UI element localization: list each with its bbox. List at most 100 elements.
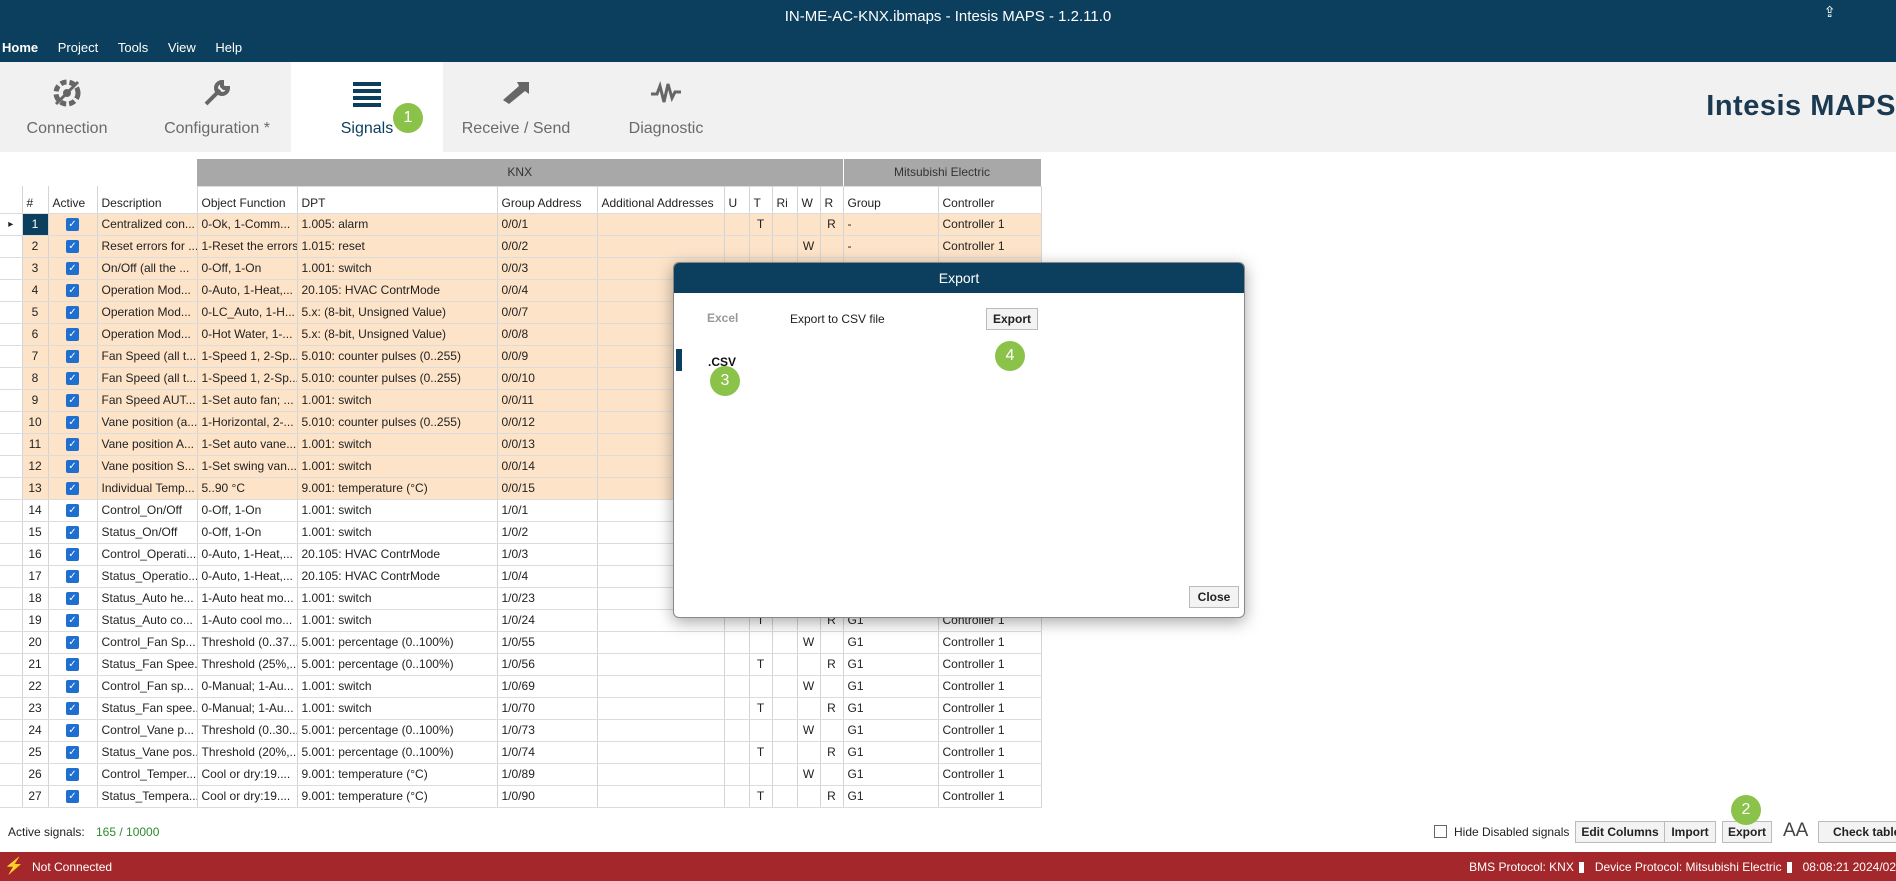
description-cell[interactable]: Vane position S... [97,455,198,478]
description-cell[interactable]: Vane position A... [97,433,198,456]
row-number[interactable]: 4 [22,279,49,302]
dpt-cell[interactable]: 5.001: percentage (0..100%) [297,719,498,742]
group-cell[interactable]: G1 [843,719,939,742]
col-header-t[interactable]: T [749,186,773,214]
object-function-cell[interactable]: 0-Manual; 1-Au... [197,697,298,720]
group-address-cell[interactable]: 0/0/14 [497,455,598,478]
description-cell[interactable]: On/Off (all the ... [97,257,198,280]
checkbox-checked-icon[interactable]: ✓ [66,724,79,738]
group-address-cell[interactable]: 0/0/13 [497,433,598,456]
active-checkbox[interactable]: ✓ [48,653,98,676]
checkbox-checked-icon[interactable]: ✓ [66,482,79,496]
object-function-cell[interactable]: 1-Reset the errors [197,235,298,258]
checkbox-checked-icon[interactable]: ✓ [66,526,79,540]
controller-cell[interactable]: Controller 1 [938,213,1042,236]
font-size-toggle[interactable]: AA [1783,820,1808,842]
active-checkbox[interactable]: ✓ [48,631,98,654]
col-header-dpt[interactable]: DPT [297,186,498,214]
table-row[interactable]: 20 ✓ Control_Fan Sp... Threshold (0..37... 5… [0,631,1042,654]
dpt-cell[interactable]: 5.x: (8-bit, Unsigned Value) [297,323,498,346]
table-row[interactable]: 25 ✓ Status_Vane pos... Threshold (20%,... 5… [0,741,1042,764]
row-number[interactable]: 3 [22,257,49,280]
row-selector[interactable] [0,653,23,676]
dpt-cell[interactable]: 1.001: switch [297,697,498,720]
object-function-cell[interactable]: 0-Hot Water, 1-... [197,323,298,346]
t-cell[interactable]: T [749,697,773,720]
group-address-cell[interactable]: 1/0/2 [497,521,598,544]
col-header-w[interactable]: W [797,186,821,214]
object-function-cell[interactable]: 1-Horizontal, 2-... [197,411,298,434]
tab-configuration[interactable]: Configuration * [150,62,284,152]
dpt-cell[interactable]: 20.105: HVAC ContrMode [297,279,498,302]
description-cell[interactable]: Status_On/Off [97,521,198,544]
menu-project[interactable]: Project [56,35,104,61]
active-checkbox[interactable]: ✓ [48,213,98,236]
row-number[interactable]: 25 [22,741,49,764]
check-table-button[interactable]: Check table [1818,821,1896,843]
t-cell[interactable] [749,675,773,698]
row-number[interactable]: 11 [22,433,49,456]
row-number[interactable]: 26 [22,763,49,786]
dpt-cell[interactable]: 9.001: temperature (°C) [297,763,498,786]
checkbox-checked-icon[interactable]: ✓ [66,416,79,430]
active-checkbox[interactable]: ✓ [48,257,98,280]
ri-cell[interactable] [772,631,798,654]
group-address-cell[interactable]: 1/0/69 [497,675,598,698]
group-cell[interactable]: G1 [843,653,939,676]
row-selector[interactable] [0,455,23,478]
t-cell[interactable] [749,763,773,786]
active-checkbox[interactable]: ✓ [48,543,98,566]
row-selector[interactable] [0,609,23,632]
checkbox-checked-icon[interactable]: ✓ [66,306,79,320]
description-cell[interactable]: Status_Vane pos... [97,741,198,764]
group-cell[interactable]: - [843,235,939,258]
additional-addresses-cell[interactable] [597,235,725,258]
row-number[interactable]: 9 [22,389,49,412]
group-address-cell[interactable]: 0/0/9 [497,345,598,368]
group-address-cell[interactable]: 1/0/89 [497,763,598,786]
checkbox-checked-icon[interactable]: ✓ [66,504,79,518]
col-header-active[interactable]: Active [48,186,98,214]
group-address-cell[interactable]: 1/0/74 [497,741,598,764]
additional-addresses-cell[interactable] [597,763,725,786]
ri-cell[interactable] [772,763,798,786]
dpt-cell[interactable]: 1.001: switch [297,675,498,698]
object-function-cell[interactable]: 5..90 °C [197,477,298,500]
r-cell[interactable]: R [820,741,844,764]
group-cell[interactable]: - [843,213,939,236]
controller-cell[interactable]: Controller 1 [938,631,1042,654]
description-cell[interactable]: Individual Temp... [97,477,198,500]
t-cell[interactable] [749,631,773,654]
u-cell[interactable] [724,763,750,786]
group-address-cell[interactable]: 0/0/1 [497,213,598,236]
controller-cell[interactable]: Controller 1 [938,675,1042,698]
active-checkbox[interactable]: ✓ [48,763,98,786]
r-cell[interactable]: R [820,785,844,808]
u-cell[interactable] [724,675,750,698]
table-row[interactable]: 26 ✓ Control_Temper... Cool or dry:19.... 9.… [0,763,1042,786]
object-function-cell[interactable]: 1-Speed 1, 2-Sp... [197,367,298,390]
object-function-cell[interactable]: 1-Auto heat mo... [197,587,298,610]
col-header-object-function[interactable]: Object Function [197,186,298,214]
checkbox-checked-icon[interactable]: ✓ [66,570,79,584]
row-number[interactable]: 22 [22,675,49,698]
row-selector[interactable] [0,631,23,654]
checkbox-checked-icon[interactable]: ✓ [66,372,79,386]
checkbox-checked-icon[interactable]: ✓ [66,702,79,716]
object-function-cell[interactable]: 0-Off, 1-On [197,521,298,544]
active-checkbox[interactable]: ✓ [48,565,98,588]
active-checkbox[interactable]: ✓ [48,587,98,610]
active-checkbox[interactable]: ✓ [48,477,98,500]
object-function-cell[interactable]: 0-Auto, 1-Heat,... [197,279,298,302]
group-address-cell[interactable]: 0/0/7 [497,301,598,324]
row-selector[interactable] [0,521,23,544]
t-cell[interactable]: T [749,653,773,676]
row-number[interactable]: 5 [22,301,49,324]
row-selector[interactable] [0,433,23,456]
object-function-cell[interactable]: 0-Off, 1-On [197,257,298,280]
active-checkbox[interactable]: ✓ [48,455,98,478]
description-cell[interactable]: Status_Auto he... [97,587,198,610]
checkbox-checked-icon[interactable]: ✓ [66,328,79,342]
description-cell[interactable]: Operation Mod... [97,323,198,346]
group-cell[interactable]: G1 [843,697,939,720]
